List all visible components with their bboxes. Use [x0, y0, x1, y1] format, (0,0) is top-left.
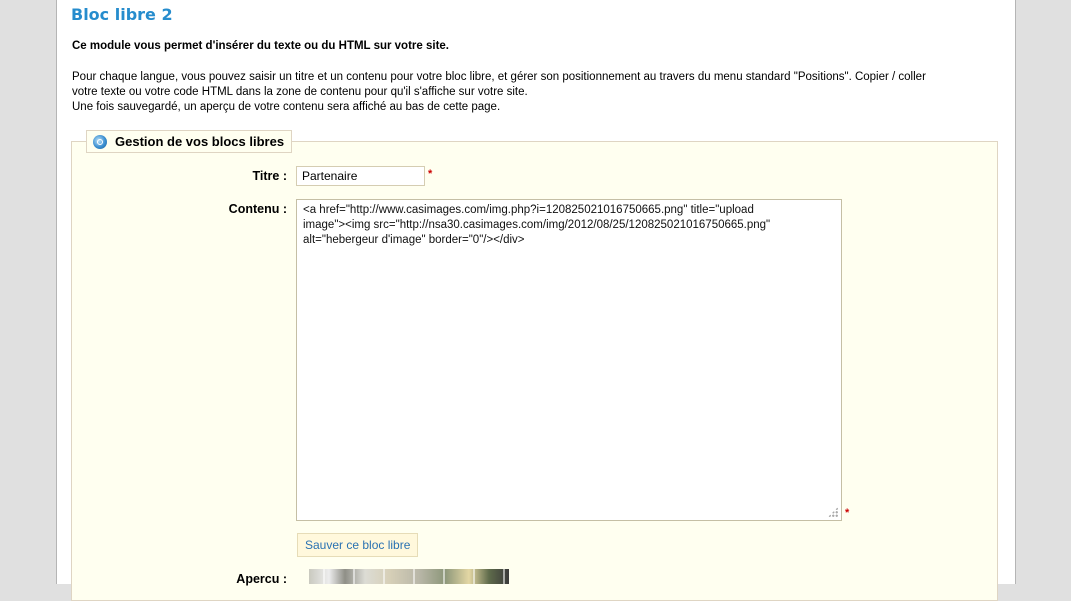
- module-page: Bloc libre 2 Ce module vous permet d'ins…: [56, 0, 1016, 601]
- contenu-line: alt="hebergeur d'image" border="0"/></di…: [303, 234, 525, 246]
- resize-grip-icon[interactable]: [828, 507, 838, 517]
- contenu-line: image"><img src="http://nsa30.casimages.…: [303, 219, 771, 231]
- intro-bold-text: Ce module vous permet d'insérer du texte…: [72, 40, 449, 52]
- required-marker: *: [428, 168, 433, 180]
- fieldset-legend: Gestion de vos blocs libres: [86, 130, 293, 153]
- legend-label: Gestion de vos blocs libres: [115, 134, 285, 149]
- required-marker: *: [845, 507, 850, 519]
- intro-line: Pour chaque langue, vous pouvez saisir u…: [72, 71, 926, 83]
- save-block-button[interactable]: Sauver ce bloc libre: [297, 533, 419, 557]
- logo-icon: [93, 134, 107, 149]
- contenu-line: <a href="http://www.casimages.com/img.ph…: [303, 204, 754, 216]
- titre-label: Titre :: [252, 169, 288, 183]
- intro-text: Pour chaque langue, vous pouvez saisir u…: [72, 70, 992, 115]
- preview-image[interactable]: [309, 569, 509, 584]
- titre-input[interactable]: [296, 166, 425, 186]
- contenu-textarea[interactable]: <a href="http://www.casimages.com/img.ph…: [296, 199, 842, 521]
- contenu-label: Contenu :: [228, 202, 287, 216]
- page-title: Bloc libre 2: [71, 5, 173, 24]
- intro-line: Une fois sauvegardé, un aperçu de votre …: [72, 101, 501, 113]
- intro-line: votre texte ou votre code HTML dans la z…: [72, 86, 528, 98]
